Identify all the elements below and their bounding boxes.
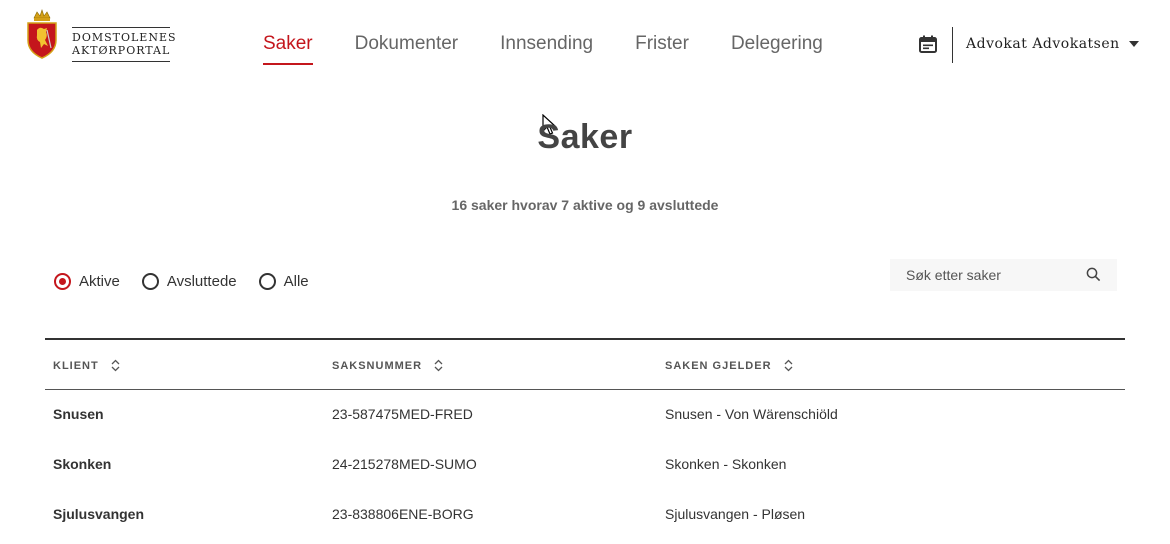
case-number-cell[interactable]: 23-838806ENE-BORG [332,506,474,522]
logo[interactable]: DOMSTOLENES AKTØRPORTAL [26,8,177,62]
nav-delegering[interactable]: Delegering [731,33,823,65]
filter-label: Aktive [79,273,120,290]
client-cell[interactable]: Sjulusvangen [53,506,144,522]
header: DOMSTOLENES AKTØRPORTAL Saker Dokumenter… [0,0,1170,90]
table-header: KLIENT SAKSNUMMER SAKEN GJELDER [45,338,1125,390]
table-row[interactable]: Snusen 23-587475MED-FRED Snusen - Von Wä… [45,390,1125,440]
client-cell[interactable]: Skonken [53,456,111,472]
sort-saken-gjelder[interactable]: SAKEN GJELDER [665,359,793,372]
radio-checked-icon[interactable] [54,273,71,290]
sort-saksnummer[interactable]: SAKSNUMMER [332,359,443,372]
column-header: KLIENT [53,359,99,372]
calendar-icon[interactable] [918,34,938,54]
filter-label: Alle [283,273,309,290]
search-icon[interactable] [1086,267,1101,282]
radio-unchecked-icon[interactable] [258,273,276,290]
logo-text: DOMSTOLENES AKTØRPORTAL [72,27,177,62]
subject-cell[interactable]: Sjulusvangen - Pløsen [665,506,805,522]
filter-alle[interactable]: Alle [258,273,309,290]
radio-unchecked-icon[interactable] [141,273,159,290]
case-number-cell[interactable]: 23-587475MED-FRED [332,406,473,422]
filter-label: Avsluttede [166,273,237,290]
column-header: SAKSNUMMER [332,359,423,372]
table-row[interactable]: Skonken 24-215278MED-SUMO Skonken - Skon… [45,440,1125,490]
nav-saker[interactable]: Saker [263,33,313,65]
filter-avsluttede[interactable]: Avsluttede [141,273,237,290]
sort-icon [111,359,120,372]
case-number-cell[interactable]: 24-215278MED-SUMO [332,456,477,472]
user-menu[interactable]: Advokat Advokatsen [966,36,1139,52]
client-cell[interactable]: Snusen [53,406,104,422]
search-box [890,259,1117,291]
nav-dokumenter[interactable]: Dokumenter [355,33,459,65]
sort-icon [434,359,443,372]
status-filter: Aktive Avsluttede Alle [54,273,331,290]
column-header: SAKEN GJELDER [665,359,772,372]
nav-frister[interactable]: Frister [635,33,689,65]
nav-innsending[interactable]: Innsending [500,33,593,65]
main-nav: Saker Dokumenter Innsending Frister Dele… [263,33,865,65]
page-title: Saker [537,118,633,156]
coat-of-arms-icon [27,9,57,59]
logo-line-1: DOMSTOLENES [72,31,177,44]
user-name: Advokat Advokatsen [966,36,1120,52]
subject-cell[interactable]: Snusen - Von Wärenschiöld [665,406,838,422]
filter-aktive[interactable]: Aktive [54,273,120,290]
logo-line-2: AKTØRPORTAL [72,44,171,57]
header-divider [952,27,953,63]
table-row[interactable]: Sjulusvangen 23-838806ENE-BORG Sjulusvan… [45,490,1125,540]
search-input[interactable] [890,259,1080,291]
sort-icon [784,359,792,372]
caret-down-icon [1128,41,1139,47]
sort-klient[interactable]: KLIENT [53,359,120,372]
cases-table: KLIENT SAKSNUMMER SAKEN GJELDER Snusen 2… [45,338,1125,540]
subject-cell[interactable]: Skonken - Skonken [665,456,786,472]
case-summary: 16 saker hvorav 7 aktive og 9 avsluttede [451,197,719,213]
